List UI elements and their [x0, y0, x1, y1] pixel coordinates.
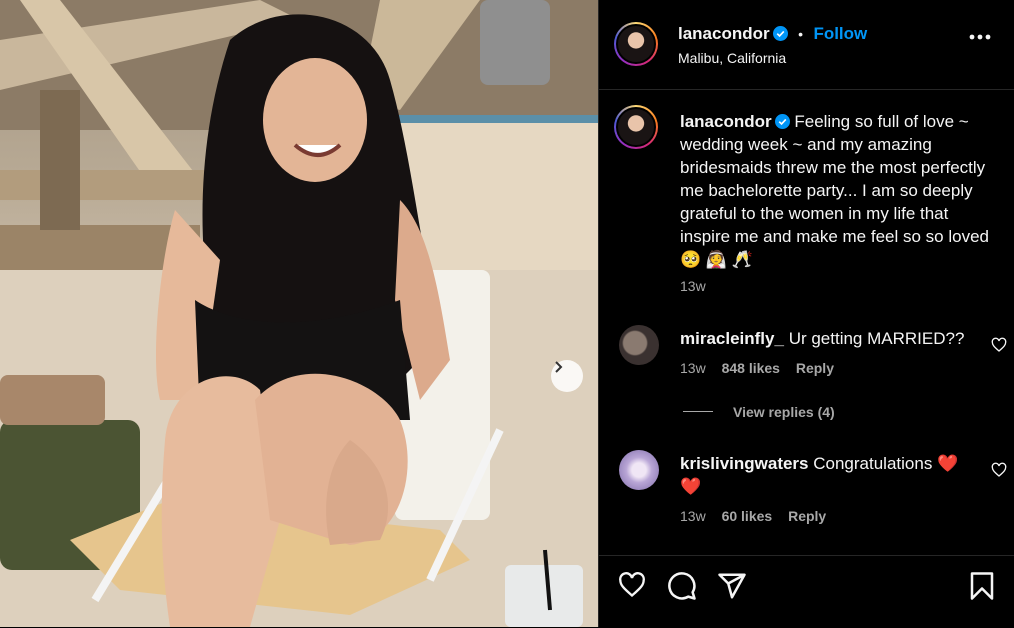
comment-username[interactable]: krislivingwaters [680, 454, 809, 473]
verified-badge-icon [772, 26, 788, 41]
post-header: lanacondor • Follow Malibu, California [599, 0, 1014, 90]
replies-divider [683, 411, 713, 412]
verified-badge-icon [774, 114, 790, 129]
photo-illustration [0, 0, 598, 627]
view-replies-button[interactable]: View replies (4) [733, 404, 835, 420]
heart-icon[interactable] [617, 571, 647, 599]
reply-button[interactable]: Reply [788, 508, 826, 524]
caption-username[interactable]: lanacondor [680, 112, 772, 131]
commenter-avatar[interactable] [619, 450, 659, 490]
comment-text: Ur getting MARRIED?? [788, 329, 965, 348]
separator-dot: • [798, 26, 803, 42]
next-photo-button[interactable] [551, 360, 583, 392]
post-photo[interactable] [0, 0, 598, 627]
comment-time[interactable]: 13w [680, 508, 706, 524]
comment-likes[interactable]: 848 likes [722, 360, 780, 376]
post-side-panel: lanacondor • Follow Malibu, California l… [598, 0, 1014, 627]
comment-meta: 13w 848 likes Reply [680, 360, 834, 376]
chevron-right-icon [555, 361, 563, 373]
comment-body: krislivingwaters Congratulations ❤️ ❤️ [680, 452, 970, 498]
comment-meta: 13w 60 likes Reply [680, 508, 826, 524]
comment-time[interactable]: 13w [680, 360, 706, 376]
avatar[interactable] [614, 22, 658, 66]
header-username[interactable]: lanacondor [678, 24, 770, 43]
location-link[interactable]: Malibu, California [678, 50, 786, 66]
heart-icon[interactable] [991, 462, 1007, 478]
comment-username[interactable]: miracleinfly_ [680, 329, 784, 348]
comment-icon[interactable] [667, 571, 697, 601]
more-options-icon[interactable] [969, 34, 991, 40]
share-icon[interactable] [717, 571, 747, 601]
caption-text: Feeling so full of love ~ wedding week ~… [680, 112, 989, 269]
heart-icon[interactable] [991, 337, 1007, 353]
post-caption: lanacondor Feeling so full of love ~ wed… [680, 110, 990, 271]
comment-body: miracleinfly_ Ur getting MARRIED?? [680, 327, 970, 350]
reply-button[interactable]: Reply [796, 360, 834, 376]
action-bar [599, 555, 1014, 628]
bookmark-icon[interactable] [969, 571, 995, 601]
header-user-line: lanacondor • Follow [678, 24, 867, 44]
caption-timestamp[interactable]: 13w [680, 278, 706, 294]
follow-button[interactable]: Follow [813, 24, 867, 43]
caption-avatar[interactable] [614, 105, 658, 149]
commenter-avatar[interactable] [619, 325, 659, 365]
comment-likes[interactable]: 60 likes [722, 508, 773, 524]
